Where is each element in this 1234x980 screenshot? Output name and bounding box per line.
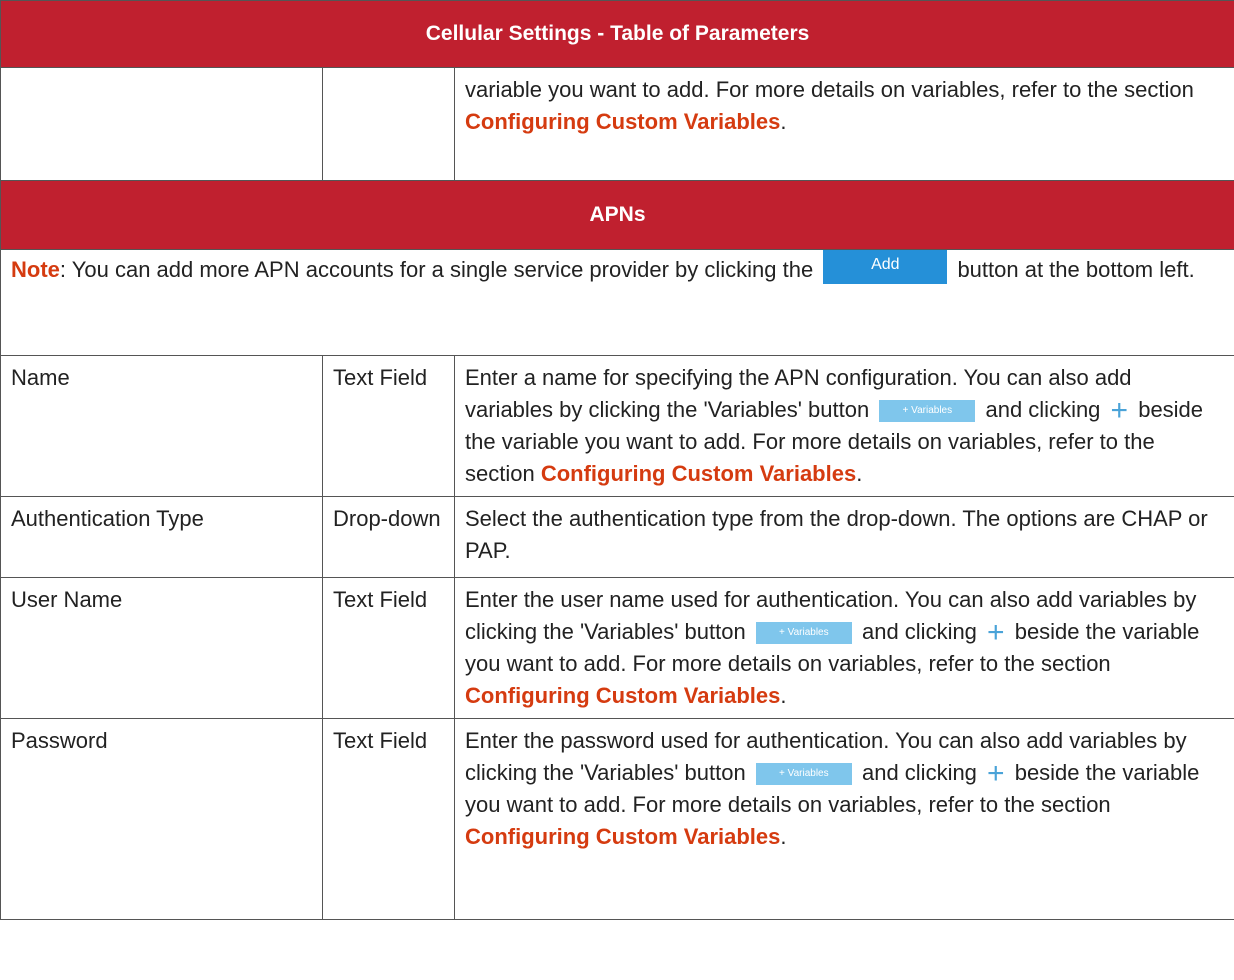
note-row: Note: You can add more APN accounts for … (0, 249, 1234, 356)
note-label: Note (11, 257, 60, 282)
configuring-custom-variables-link[interactable]: Configuring Custom Variables (541, 461, 856, 486)
add-button[interactable]: Add (823, 250, 948, 284)
cell-parameter: Authentication Type (0, 496, 323, 578)
parameters-table: Cellular Settings - Table of Parameters … (0, 0, 1234, 920)
cell-type: Text Field (322, 355, 455, 497)
plus-icon[interactable]: + (987, 759, 1005, 789)
cell-parameter: Name (0, 355, 323, 497)
cell-description: Select the authentication type from the … (453, 496, 1234, 578)
configuring-custom-variables-link[interactable]: Configuring Custom Variables (465, 683, 780, 708)
cell-type: Text Field (322, 577, 455, 719)
table-title: Cellular Settings - Table of Parameters (0, 0, 1234, 68)
table-row-continuation: variable you want to add. For more detai… (0, 67, 1234, 181)
table-row-user-name: User Name Text Field Enter the user name… (0, 577, 1234, 719)
table-row-name: Name Text Field Enter a name for specify… (0, 355, 1234, 497)
variables-button[interactable]: + Variables (755, 622, 852, 645)
cell-type: Drop-down (322, 496, 455, 578)
variables-button[interactable]: + Variables (879, 400, 976, 423)
variables-button[interactable]: + Variables (755, 763, 852, 786)
cell-parameter: Password (0, 718, 323, 920)
section-header-row: APNs (0, 180, 1234, 250)
cell-type: Text Field (322, 718, 455, 920)
table-header-row: Cellular Settings - Table of Parameters (0, 0, 1234, 68)
plus-icon[interactable]: + (1111, 396, 1129, 426)
configuring-custom-variables-link[interactable]: Configuring Custom Variables (465, 824, 780, 849)
table-row-password: Password Text Field Enter the password u… (0, 718, 1234, 920)
cell-parameter (0, 67, 323, 181)
cell-type (322, 67, 455, 181)
cell-parameter: User Name (0, 577, 323, 719)
cell-description: Enter a name for specifying the APN conf… (453, 355, 1234, 497)
section-title: APNs (0, 180, 1234, 250)
configuring-custom-variables-link[interactable]: Configuring Custom Variables (465, 109, 780, 134)
note-cell: Note: You can add more APN accounts for … (0, 249, 1234, 356)
cell-description: variable you want to add. For more detai… (453, 67, 1234, 181)
cell-description: Enter the password used for authenticati… (453, 718, 1234, 920)
plus-icon[interactable]: + (987, 618, 1005, 648)
cell-description: Enter the user name used for authenticat… (453, 577, 1234, 719)
table-row-authentication-type: Authentication Type Drop-down Select the… (0, 496, 1234, 578)
